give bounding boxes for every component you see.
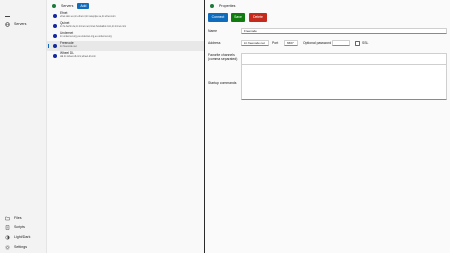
nav-label-scripts: Scripts [14, 225, 25, 229]
add-server-button[interactable]: Add [77, 2, 90, 9]
delete-button[interactable]: Delete [249, 13, 267, 22]
server-status-icon [53, 23, 57, 28]
servers-panel: Servers Add Efnet efnet.deic.eu,irc.efne… [46, 0, 204, 253]
server-address: irc.freenode.net [60, 45, 77, 49]
nav-label-servers: Servers [14, 22, 27, 26]
status-globe-icon [52, 3, 56, 8]
server-status-icon [53, 53, 57, 58]
startup-label: Startup commands [208, 81, 237, 85]
gear-icon [5, 244, 10, 250]
nav-item-scripts[interactable]: Scripts [0, 222, 46, 232]
port-label: Port [272, 41, 279, 45]
server-address: irc.fu-berlin.de,irc.ircnet.net,ircnet.h… [60, 25, 127, 29]
save-button[interactable]: Save [231, 13, 245, 22]
script-icon [5, 224, 10, 230]
address-field[interactable]: irc.freenode.net [241, 40, 269, 46]
password-label: Optional password [303, 41, 332, 45]
server-item[interactable]: Efnet efnet.deic.eu,irc.efnet.nl,irc.swe… [47, 11, 204, 21]
password-field[interactable] [332, 40, 350, 46]
channels-sublabel: (comma separated) [208, 57, 238, 61]
nav-label-lightdark: Light/Dark [14, 235, 31, 239]
status-globe-icon [210, 3, 214, 8]
server-list: Efnet efnet.deic.eu,irc.efnet.nl,irc.swe… [47, 11, 204, 61]
server-item[interactable]: Undernet irc.undernet.org,us.undernet.or… [47, 31, 204, 41]
server-address: efnet.deic.eu,irc.efnet.nl,irc.swepipe.s… [60, 15, 116, 19]
server-status-icon [53, 43, 57, 48]
name-label: Name [208, 29, 218, 33]
nav-rail: Servers Files Scripts Light/Dark Setting… [0, 9, 46, 253]
startup-field[interactable] [241, 64, 447, 100]
selection-indicator [48, 44, 49, 48]
server-item[interactable]: Wheel DL dal.irc.wheel-dl.com,wheel-dl.c… [47, 51, 204, 61]
ssl-checkbox[interactable] [355, 40, 360, 46]
servers-header: Servers Add [47, 1, 204, 10]
nav-label-settings: Settings [14, 245, 27, 249]
nav-label-files: Files [14, 216, 22, 220]
nav-item-settings[interactable]: Settings [0, 242, 46, 252]
properties-title: Properties [219, 3, 236, 8]
name-field[interactable]: Freenode [241, 28, 447, 34]
hamburger-icon [5, 14, 11, 19]
theme-icon [5, 234, 10, 240]
address-label: Address [208, 41, 221, 45]
server-item[interactable]: Quinet irc.fu-berlin.de,irc.ircnet.net,i… [47, 21, 204, 31]
server-status-icon [53, 33, 57, 38]
server-address: dal.irc.wheel-dl.com,wheel-dl.com [60, 55, 96, 59]
server-address: irc.undernet.org,us.undernet.org,eu.unde… [60, 35, 112, 39]
server-item-selected[interactable]: Freenode irc.freenode.net [47, 41, 204, 51]
properties-panel: Properties Connect Save Delete Name Free… [205, 0, 450, 253]
connect-button[interactable]: Connect [208, 13, 228, 22]
properties-header: Properties [205, 1, 235, 10]
ssl-label: SSL [362, 41, 369, 45]
server-status-icon [53, 13, 57, 18]
globe-icon [5, 21, 10, 27]
folder-icon [5, 216, 10, 221]
nav-item-lightdark[interactable]: Light/Dark [0, 232, 46, 242]
port-field[interactable]: 6667 [284, 40, 298, 46]
servers-title: Servers [61, 3, 74, 8]
nav-item-servers[interactable]: Servers [0, 19, 46, 29]
